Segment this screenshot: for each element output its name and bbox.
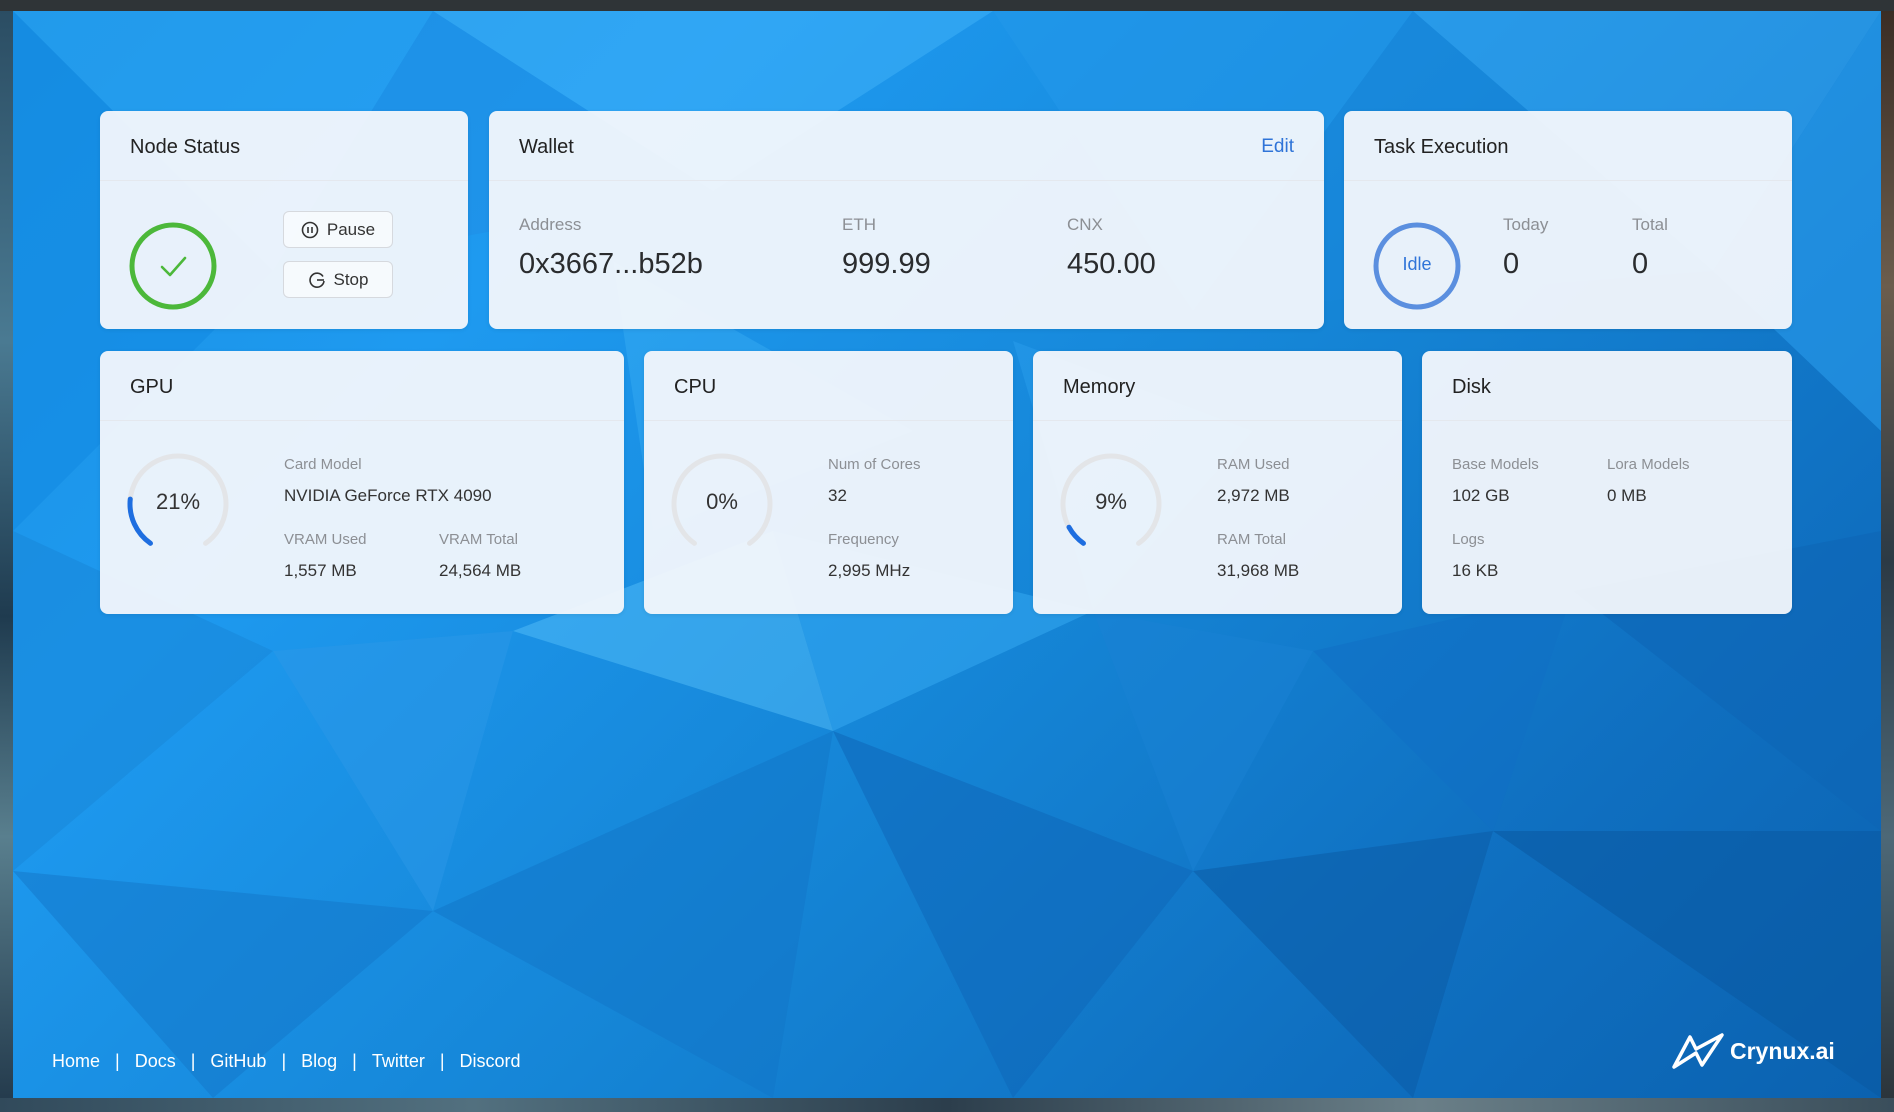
today-label: Today <box>1503 215 1549 234</box>
frequency-label: Frequency <box>828 531 899 548</box>
brand-logo[interactable]: Crynux.ai <box>1672 1031 1835 1071</box>
vram-total-label: VRAM Total <box>439 531 518 548</box>
pause-icon <box>301 221 319 238</box>
disk-title: Disk <box>1452 376 1491 398</box>
node-status-title: Node Status <box>130 136 241 158</box>
memory-header: Memory <box>1033 351 1402 421</box>
footer-link-twitter[interactable]: Twitter <box>372 1051 425 1072</box>
app-window: Node Status Pause Stop Wallet Edit Addre… <box>13 11 1881 1098</box>
task-execution-header: Task Execution <box>1344 111 1792 181</box>
footer-link-blog[interactable]: Blog <box>301 1051 337 1072</box>
logs-value: 16 KB <box>1452 561 1499 580</box>
base-models-value: 102 GB <box>1452 486 1510 505</box>
cpu-header: CPU <box>644 351 1013 421</box>
ram-used-value: 2,972 MB <box>1217 486 1290 505</box>
node-status-header: Node Status <box>100 111 468 181</box>
num-cores-label: Num of Cores <box>828 456 921 473</box>
memory-usage-text: 9% <box>1095 489 1127 514</box>
brand-name: Crynux.ai <box>1730 1037 1835 1064</box>
disk-header: Disk <box>1422 351 1792 421</box>
running-check-icon <box>129 222 217 310</box>
logs-label: Logs <box>1452 531 1485 548</box>
memory-title: Memory <box>1063 376 1136 398</box>
desktop-background-bottom <box>0 1098 1894 1112</box>
today-value: 0 <box>1503 248 1520 280</box>
desktop-background-right <box>1881 11 1894 1112</box>
node-status-card: Node Status Pause Stop <box>100 111 468 329</box>
gpu-title: GPU <box>130 376 174 398</box>
wallet-address-label: Address <box>519 215 582 234</box>
crynux-logo-icon <box>1672 1033 1724 1069</box>
task-state-text: Idle <box>1402 254 1432 274</box>
footer-separator: | <box>190 1051 196 1071</box>
card-model-label: Card Model <box>284 456 362 473</box>
cnx-value: 450.00 <box>1067 248 1156 280</box>
footer-separator: | <box>281 1051 287 1071</box>
total-label: Total <box>1632 215 1668 234</box>
base-models-label: Base Models <box>1452 456 1539 473</box>
disk-card: Disk Base Models 102 GB Lora Models 0 MB… <box>1422 351 1792 614</box>
total-value: 0 <box>1632 248 1649 280</box>
gpu-usage-text: 21% <box>155 489 201 514</box>
card-model-value: NVIDIA GeForce RTX 4090 <box>284 486 492 505</box>
wallet-address-value: 0x3667...b52b <box>519 248 703 280</box>
footer-link-docs[interactable]: Docs <box>135 1051 176 1072</box>
window-top-bar <box>0 0 1894 11</box>
gpu-card: GPU 21% Card Model NVIDIA GeForce RTX 40… <box>100 351 624 614</box>
vram-used-value: 1,557 MB <box>284 561 357 580</box>
memory-card: Memory 9% RAM Used 2,972 MB RAM Total 31… <box>1033 351 1402 614</box>
footer-separator: | <box>439 1051 445 1071</box>
footer-separator: | <box>352 1051 357 1071</box>
lora-models-label: Lora Models <box>1607 456 1690 473</box>
stop-button[interactable]: Stop <box>283 261 393 298</box>
footer-links: Home | Docs | GitHub | Blog | Twitter | … <box>52 1051 521 1072</box>
lora-models-value: 0 MB <box>1607 486 1647 505</box>
footer-link-discord[interactable]: Discord <box>460 1051 521 1072</box>
wallet-title: Wallet <box>519 136 574 158</box>
cpu-card: CPU 0% Num of Cores 32 Frequency 2,995 M… <box>644 351 1013 614</box>
stop-icon <box>308 271 325 288</box>
wallet-header: Wallet Edit <box>489 111 1324 181</box>
cpu-usage-text: 0% <box>706 489 738 514</box>
gpu-header: GPU <box>100 351 624 421</box>
stop-label: Stop <box>333 269 369 289</box>
frequency-value: 2,995 MHz <box>828 561 911 580</box>
footer-separator: | <box>115 1051 120 1071</box>
ram-total-value: 31,968 MB <box>1217 561 1300 580</box>
cpu-title: CPU <box>674 376 717 398</box>
pause-button[interactable]: Pause <box>283 211 393 248</box>
task-execution-card: Task Execution Idle Today 0 Total 0 <box>1344 111 1792 329</box>
vram-used-label: VRAM Used <box>284 531 367 548</box>
ram-total-label: RAM Total <box>1217 531 1286 548</box>
desktop-background-left <box>0 11 13 1112</box>
eth-value: 999.99 <box>842 248 931 280</box>
cnx-label: CNX <box>1067 215 1103 234</box>
task-execution-title: Task Execution <box>1374 136 1509 158</box>
wallet-card: Wallet Edit Address 0x3667...b52b ETH 99… <box>489 111 1324 329</box>
wallet-edit-link[interactable]: Edit <box>1261 136 1294 158</box>
pause-label: Pause <box>326 219 376 239</box>
vram-total-value: 24,564 MB <box>439 561 522 580</box>
num-cores-value: 32 <box>828 486 847 505</box>
footer-link-github[interactable]: GitHub <box>210 1051 266 1072</box>
footer-link-home[interactable]: Home <box>52 1051 100 1072</box>
eth-label: ETH <box>842 215 876 234</box>
ram-used-label: RAM Used <box>1217 456 1290 473</box>
